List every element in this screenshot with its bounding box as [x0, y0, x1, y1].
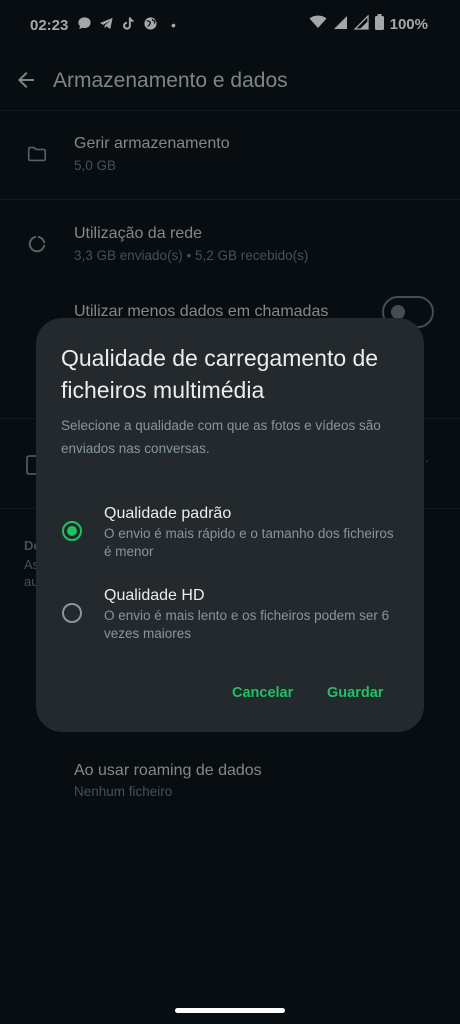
option-description: O envio é mais rápido e o tamanho dos fi… [104, 526, 394, 559]
option-description: O envio é mais lento e os ficheiros pode… [104, 608, 390, 641]
save-button[interactable]: Guardar [327, 685, 383, 701]
cancel-button[interactable]: Cancelar [232, 685, 293, 701]
option-standard-quality[interactable]: Qualidade padrão O envio é mais rápido e… [36, 502, 424, 566]
media-quality-dialog: Qualidade de carregamento de ficheiros m… [36, 318, 424, 732]
option-hd-quality[interactable]: Qualidade HD O envio é mais lento e os f… [36, 584, 424, 648]
dialog-description: Selecione a qualidade com que as fotos e… [61, 418, 381, 456]
radio-standard-quality[interactable] [62, 521, 82, 541]
radio-hd-quality[interactable] [62, 603, 82, 623]
option-title: Qualidade padrão [104, 505, 232, 522]
dialog-title: Qualidade de carregamento de ficheiros m… [61, 345, 379, 403]
option-title: Qualidade HD [104, 587, 205, 604]
home-indicator[interactable] [175, 1008, 285, 1013]
screen: 02:23 • 100% Armazenamento e dados Gerir… [0, 0, 460, 1024]
